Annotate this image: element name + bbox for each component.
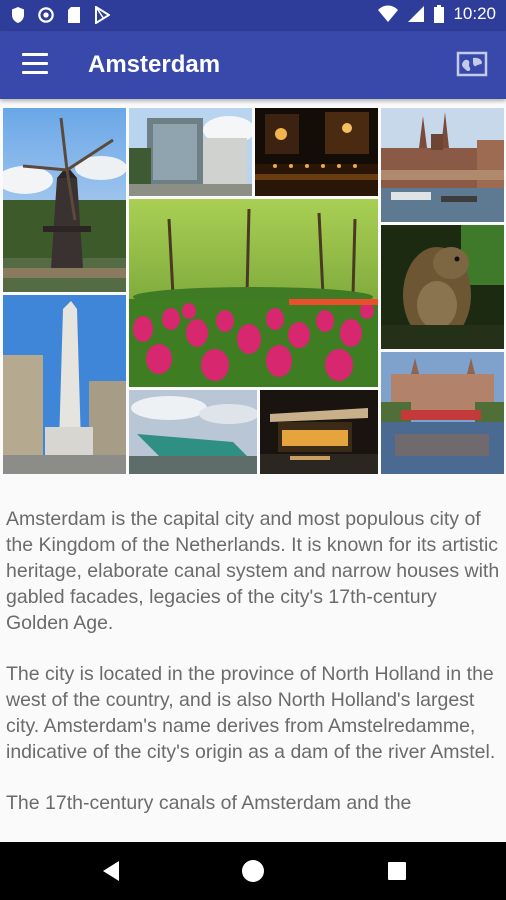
paragraph-3: The 17th-century canals of Amsterdam and…	[6, 792, 412, 814]
photo-otter[interactable]	[381, 225, 504, 349]
status-time: 10:20	[453, 4, 496, 23]
photo-central-station[interactable]	[381, 108, 504, 222]
page-title: Amsterdam	[88, 51, 221, 78]
paragraph-1: Amsterdam is the capital city and most p…	[6, 508, 500, 634]
map-icon[interactable]	[456, 50, 488, 78]
home-icon[interactable]	[240, 858, 266, 884]
circle-icon	[38, 7, 54, 23]
photo-tulip-field[interactable]	[129, 199, 378, 387]
recents-icon[interactable]	[384, 858, 410, 884]
photo-nemo-building[interactable]	[129, 390, 257, 474]
photo-monument[interactable]	[3, 295, 126, 474]
shield-icon	[12, 7, 24, 23]
photo-windmill[interactable]	[3, 108, 126, 292]
navigation-bar	[0, 842, 506, 900]
photo-modern-building[interactable]	[129, 108, 252, 196]
signal-icon	[408, 6, 425, 22]
photo-collage	[0, 104, 506, 476]
paragraph-2: The city is located in the province of N…	[6, 663, 496, 763]
status-bar: 10:20	[0, 0, 506, 31]
sd-card-icon	[68, 7, 80, 23]
photo-rijksmuseum[interactable]	[381, 352, 504, 474]
back-icon[interactable]	[99, 858, 125, 884]
status-right: 10:20	[377, 4, 496, 24]
wifi-icon	[378, 5, 399, 22]
status-left-icons	[10, 6, 110, 24]
article-text: Amsterdam is the capital city and most p…	[6, 506, 502, 841]
play-store-icon	[95, 6, 110, 24]
photo-canal-night[interactable]	[255, 108, 378, 196]
photo-museum-dusk[interactable]	[260, 390, 378, 474]
menu-icon[interactable]	[22, 53, 48, 75]
battery-icon	[434, 5, 445, 23]
app-bar: Amsterdam	[0, 31, 506, 99]
